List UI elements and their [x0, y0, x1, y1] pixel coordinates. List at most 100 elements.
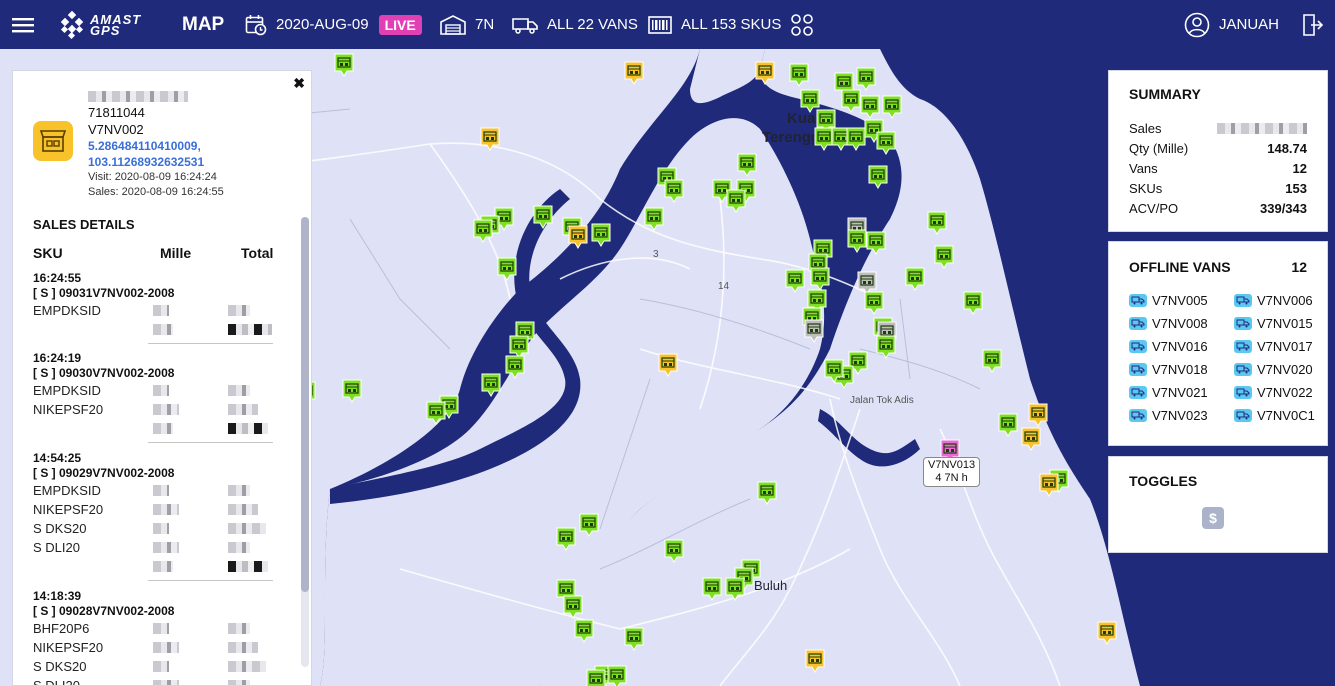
outlet-marker-icon[interactable] — [724, 577, 746, 603]
offline-van-item[interactable]: V7NV017 — [1234, 335, 1329, 358]
outlet-marker-icon[interactable] — [701, 577, 723, 603]
date-selector[interactable]: 2020-AUG-09 LIVE — [245, 0, 422, 49]
outlet-marker-icon[interactable] — [803, 319, 825, 345]
outlet-marker-icon[interactable] — [504, 355, 526, 381]
outlet-marker-icon[interactable] — [865, 231, 887, 257]
outlet-marker-icon[interactable] — [926, 211, 948, 237]
offline-van-item[interactable]: V7NV023 — [1129, 404, 1234, 427]
outlet-marker-icon[interactable] — [623, 627, 645, 653]
outlet-marker-icon[interactable] — [585, 669, 607, 686]
txn-time: 14:18:39 — [33, 589, 82, 603]
offline-van-item[interactable]: V7NV018 — [1129, 358, 1234, 381]
van-icon — [1129, 340, 1147, 353]
skus-selector[interactable]: ALL 153 SKUS — [648, 0, 781, 49]
outlet-marker-icon[interactable] — [823, 359, 845, 385]
outlet-marker-icon[interactable] — [756, 481, 778, 507]
outlet-marker-icon[interactable] — [859, 95, 881, 121]
outlet-marker-icon[interactable] — [863, 291, 885, 317]
offline-van-item[interactable]: V7NV021 — [1129, 381, 1234, 404]
outlet-marker-icon[interactable] — [725, 189, 747, 215]
live-badge[interactable]: LIVE — [378, 14, 422, 35]
outlet-marker-icon[interactable] — [962, 291, 984, 317]
outlet-marker-icon[interactable] — [1020, 427, 1042, 453]
redacted-mille — [153, 623, 169, 634]
redacted-total — [228, 504, 258, 515]
outlet-marker-icon[interactable] — [784, 269, 806, 295]
outlet-marker-icon[interactable] — [555, 527, 577, 553]
outlet-marker-icon[interactable] — [804, 649, 826, 675]
branch-selector[interactable]: 7N — [440, 0, 494, 49]
offline-van-item[interactable]: V7NV020 — [1234, 358, 1329, 381]
close-icon[interactable]: ✖ — [293, 75, 305, 92]
van-popup[interactable]: V7NV013 4 7N h — [923, 457, 981, 487]
outlet-marker-icon[interactable] — [573, 619, 595, 645]
app-logo[interactable]: AMAST GPS — [58, 0, 141, 49]
outlet-marker-icon[interactable] — [590, 223, 612, 249]
van-icon — [1234, 363, 1252, 376]
txn-id: [ S ] 09030V7NV002-2008 — [33, 366, 175, 380]
outlet-marker-icon[interactable] — [562, 595, 584, 621]
redacted-mille — [153, 661, 169, 672]
outlet-marker-icon[interactable] — [578, 513, 600, 539]
outlet-marker-icon[interactable] — [496, 257, 518, 283]
outlet-marker-icon[interactable] — [875, 131, 897, 157]
vans-selector[interactable]: ALL 22 VANS — [512, 0, 638, 49]
offline-van-id: V7NV006 — [1257, 293, 1313, 308]
shop-icon — [33, 121, 73, 161]
outlet-marker-icon[interactable] — [981, 349, 1003, 375]
user-menu[interactable]: JANUAH — [1184, 0, 1279, 49]
sales-scrollbar[interactable] — [301, 217, 309, 667]
money-toggle-button[interactable]: $ — [1202, 507, 1224, 529]
txn-total-line — [33, 320, 278, 339]
outlet-marker-icon[interactable] — [997, 413, 1019, 439]
outlet-marker-icon[interactable] — [606, 665, 628, 686]
outlet-marker-icon[interactable] — [736, 153, 758, 179]
outlet-marker-icon[interactable] — [657, 353, 679, 379]
van-icon — [512, 16, 538, 34]
outlet-marker-icon[interactable] — [532, 205, 554, 231]
outlet-marker-icon[interactable] — [425, 401, 447, 427]
van-icon — [1234, 386, 1252, 399]
outlet-marker-icon[interactable] — [341, 379, 363, 405]
scroll-thumb[interactable] — [301, 217, 309, 592]
outlet-marker-icon[interactable] — [875, 335, 897, 361]
logout-button[interactable] — [1302, 0, 1324, 49]
outlet-marker-icon[interactable] — [333, 53, 355, 79]
outlet-marker-icon[interactable] — [663, 539, 685, 565]
van-icon — [1234, 294, 1252, 307]
offline-vans-count: 12 — [1291, 259, 1307, 275]
txn-sku: S DKS20 — [33, 659, 87, 674]
outlet-marker-icon[interactable] — [867, 165, 889, 191]
outlet-marker-icon[interactable] — [472, 219, 494, 245]
outlet-marker-icon[interactable] — [663, 179, 685, 205]
redacted-total — [228, 404, 258, 415]
outlet-marker-icon[interactable] — [1027, 403, 1049, 429]
outlet-marker-icon[interactable] — [643, 207, 665, 233]
offline-van-item[interactable]: V7NV008 — [1129, 312, 1234, 335]
redacted-mille — [153, 504, 179, 515]
outlet-coordinates[interactable]: 5.286484110410009, 103.11268932632531 — [88, 138, 224, 170]
outlet-marker-icon[interactable] — [933, 245, 955, 271]
txn-time: 14:54:25 — [33, 451, 82, 465]
offline-van-item[interactable]: V7NV0C1 — [1234, 404, 1329, 427]
outlet-marker-icon[interactable] — [1096, 621, 1118, 647]
outlet-marker-icon[interactable] — [904, 267, 926, 293]
outlet-marker-icon[interactable] — [623, 61, 645, 87]
outlet-marker-icon[interactable] — [754, 61, 776, 87]
outlet-marker-icon[interactable] — [567, 225, 589, 251]
offline-van-item[interactable]: V7NV016 — [1129, 335, 1234, 358]
sales-details-title: SALES DETAILS — [33, 217, 135, 232]
outlet-marker-icon[interactable] — [480, 373, 502, 399]
grid-button[interactable] — [790, 0, 814, 49]
outlet-marker-icon[interactable] — [479, 127, 501, 153]
outlet-marker-icon[interactable] — [881, 95, 903, 121]
offline-van-item[interactable]: V7NV006 — [1234, 289, 1329, 312]
outlet-marker-icon[interactable] — [788, 63, 810, 89]
offline-van-item[interactable]: V7NV005 — [1129, 289, 1234, 312]
outlet-marker-icon[interactable] — [1038, 473, 1060, 499]
van-icon — [1129, 386, 1147, 399]
offline-van-item[interactable]: V7NV015 — [1234, 312, 1329, 335]
offline-van-item[interactable]: V7NV022 — [1234, 381, 1329, 404]
menu-button[interactable] — [12, 0, 34, 49]
txn-total-line — [33, 419, 278, 438]
